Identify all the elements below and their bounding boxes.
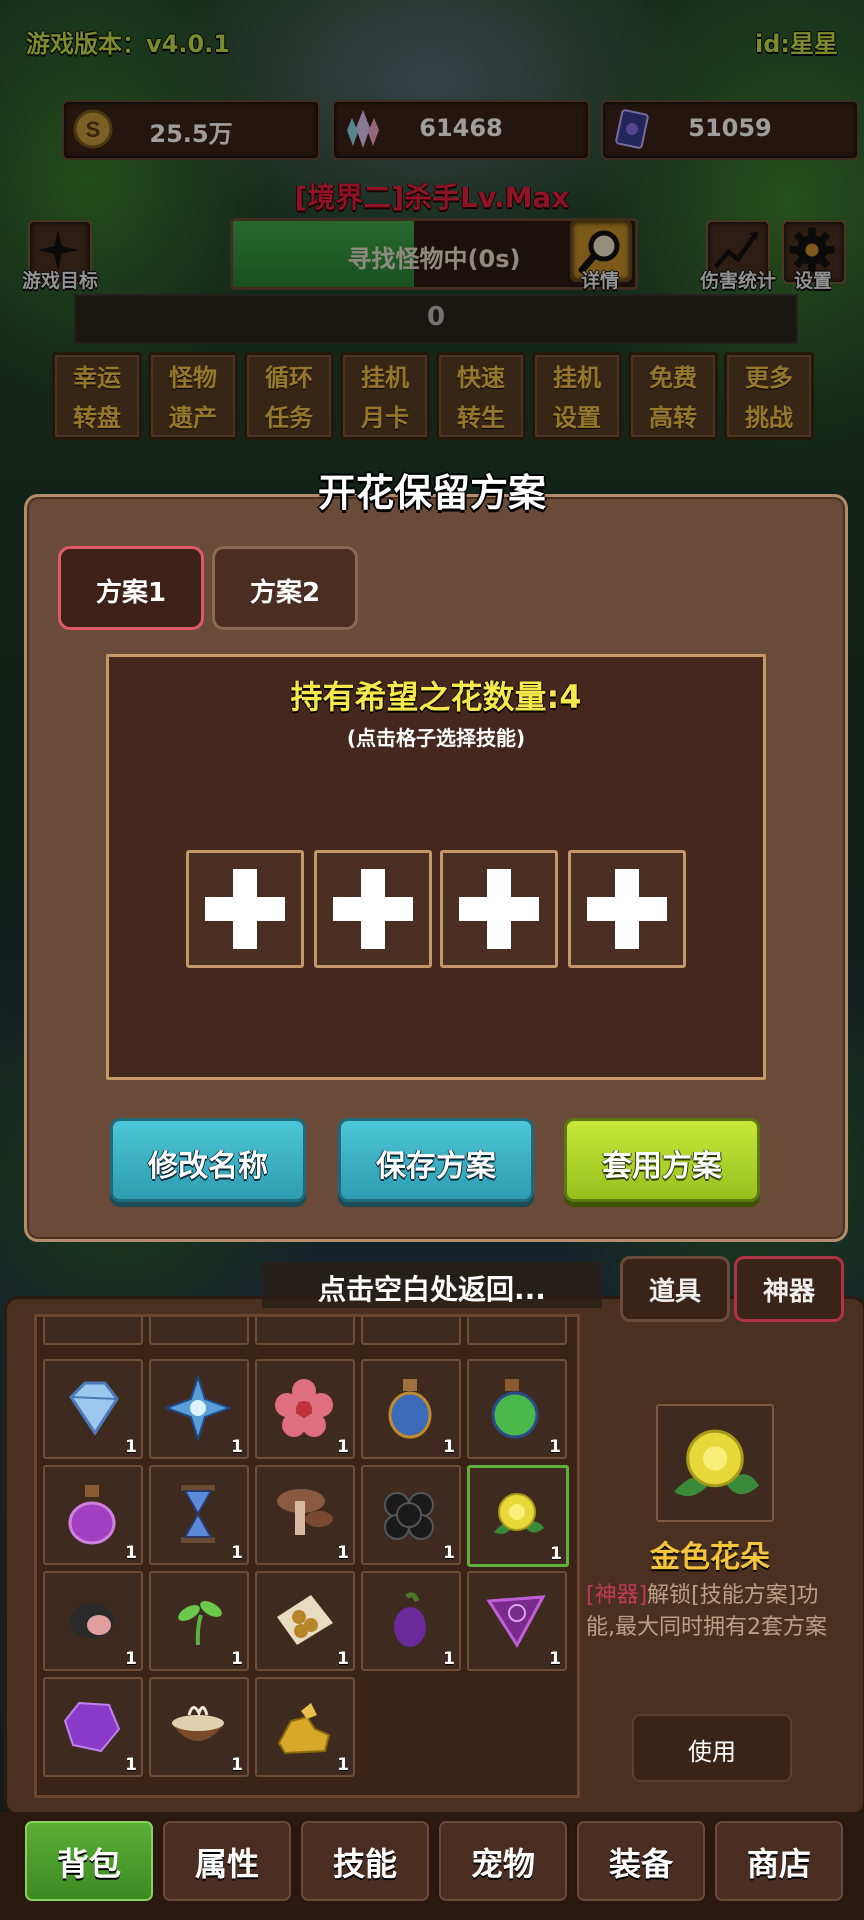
inventory-slot-seeds[interactable]: 1 — [255, 1571, 355, 1671]
inventory-slot-pink-flower[interactable]: 1 — [255, 1359, 355, 1459]
nav-shop[interactable]: 商店 — [712, 1818, 846, 1904]
selected-item-description: [神器]解锁[技能方案]功能,最大同时拥有2套方案 — [586, 1580, 842, 1644]
ice-star-icon — [165, 1375, 231, 1441]
sprout-icon — [178, 1601, 222, 1646]
nav-equipment[interactable]: 装备 — [574, 1818, 708, 1904]
tab-plan-2[interactable]: 方案2 — [212, 546, 358, 630]
inventory-slot-purple-gem[interactable]: 1 — [43, 1677, 143, 1777]
nav-backpack[interactable]: 背包 — [22, 1818, 156, 1904]
tab-plan-1[interactable]: 方案1 — [58, 546, 204, 630]
inventory-slot-hourglass[interactable]: 1 — [149, 1465, 249, 1565]
nav-pets[interactable]: 宠物 — [436, 1818, 570, 1904]
green-potion-icon — [491, 1379, 539, 1439]
rune-triangle-icon — [486, 1595, 546, 1648]
slot-hint: (点击格子选择技能) — [346, 726, 526, 750]
grid-cell-partial[interactable] — [255, 1317, 355, 1345]
blue-potion-icon — [388, 1379, 432, 1439]
dialog-title: 开花保留方案 — [317, 471, 546, 515]
eggplant-icon — [394, 1592, 426, 1647]
inventory-slot-golden-flower[interactable]: 1 — [467, 1465, 569, 1567]
seeds-icon — [277, 1595, 333, 1645]
save-plan-button[interactable]: 保存方案 — [338, 1118, 534, 1202]
diamond-icon — [69, 1381, 119, 1436]
plus-icon — [205, 869, 285, 949]
pink-flower-icon — [275, 1379, 333, 1437]
inventory-slot-purple-potion[interactable]: 1 — [43, 1465, 143, 1565]
inventory-slot-blue-potion[interactable]: 1 — [361, 1359, 461, 1459]
tap-to-return[interactable]: 点击空白处返回... — [262, 1262, 602, 1308]
nav-attributes[interactable]: 属性 — [160, 1818, 294, 1904]
tab-items[interactable]: 道具 — [620, 1256, 730, 1322]
gold-ore-icon — [277, 1703, 331, 1755]
use-button[interactable]: 使用 — [632, 1714, 792, 1782]
skill-slot-3[interactable] — [440, 850, 558, 968]
nav-skills[interactable]: 技能 — [298, 1818, 432, 1904]
bowl-icon — [171, 1706, 225, 1741]
hourglass-icon — [181, 1485, 215, 1543]
inventory-slot-mushroom[interactable]: 1 — [255, 1465, 355, 1565]
apply-plan-button[interactable]: 套用方案 — [564, 1118, 760, 1202]
skill-slot-2[interactable] — [314, 850, 432, 968]
inventory-slot-meat[interactable]: 1 — [43, 1571, 143, 1671]
inventory-slot-bowl[interactable]: 1 — [149, 1677, 249, 1777]
skill-slot-4[interactable] — [568, 850, 686, 968]
grid-cell-partial[interactable] — [43, 1317, 143, 1345]
selected-item-preview — [656, 1404, 774, 1522]
inventory-slot-black-stones[interactable]: 1 — [361, 1465, 461, 1565]
purple-gem-icon — [63, 1701, 121, 1753]
golden-flower-icon — [674, 1429, 759, 1497]
purple-potion-icon — [68, 1485, 116, 1545]
inventory-slot-diamond[interactable]: 1 — [43, 1359, 143, 1459]
selected-item-name: 金色花朵 — [650, 1540, 770, 1575]
plus-icon — [459, 869, 539, 949]
meat-icon — [70, 1603, 114, 1639]
plus-icon — [587, 869, 667, 949]
golden-flower-icon — [494, 1493, 544, 1534]
hope-flower-count: 持有希望之花数量:4 — [290, 678, 582, 716]
inventory-grid: 1 1 1 1 1 1 1 1 1 1 1 1 1 1 1 1 1 1 — [34, 1314, 580, 1798]
rename-button[interactable]: 修改名称 — [110, 1118, 306, 1202]
inventory-slot-green-potion[interactable]: 1 — [467, 1359, 567, 1459]
item-tag: [神器] — [586, 1583, 648, 1608]
grid-cell-partial[interactable] — [149, 1317, 249, 1345]
black-stones-icon — [384, 1492, 434, 1540]
mushroom-icon — [277, 1489, 333, 1535]
inventory-slot-sprout[interactable]: 1 — [149, 1571, 249, 1671]
skill-slot-1[interactable] — [186, 850, 304, 968]
inventory-slot-gold-ore[interactable]: 1 — [255, 1677, 355, 1777]
inventory-slot-rune-triangle[interactable]: 1 — [467, 1571, 567, 1671]
tab-artifacts[interactable]: 神器 — [734, 1256, 844, 1322]
grid-cell-partial[interactable] — [467, 1317, 567, 1345]
inventory-slot-ice-star[interactable]: 1 — [149, 1359, 249, 1459]
grid-cell-partial[interactable] — [361, 1317, 461, 1345]
plus-icon — [333, 869, 413, 949]
inventory-slot-eggplant[interactable]: 1 — [361, 1571, 461, 1671]
